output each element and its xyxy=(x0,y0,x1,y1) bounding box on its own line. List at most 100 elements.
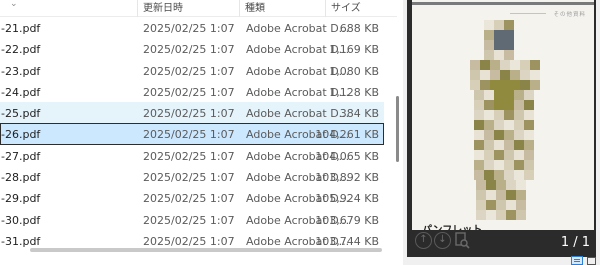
mosaic-cell xyxy=(524,120,534,130)
file-size: 103,892 KB xyxy=(315,171,379,185)
file-size: 384 KB xyxy=(339,107,379,121)
mosaic-cell xyxy=(506,210,516,220)
mosaic-cell xyxy=(514,170,524,180)
mosaic-cell xyxy=(484,30,494,40)
mosaic-cell xyxy=(494,140,504,150)
file-name: -24.pdf xyxy=(1,85,41,99)
large-icons-view-icon[interactable] xyxy=(587,257,596,265)
column-header-name[interactable]: ⌄ xyxy=(0,0,137,17)
file-date: 2025/02/25 1:07 xyxy=(143,128,235,142)
mosaic-cell xyxy=(486,190,496,200)
horizontal-scrollbar[interactable] xyxy=(30,248,382,252)
mosaic-cell xyxy=(524,160,534,170)
mosaic-cell xyxy=(494,50,504,60)
mosaic-cell xyxy=(494,120,504,130)
mosaic-cell xyxy=(530,80,540,90)
details-view-icon[interactable] xyxy=(571,256,583,265)
mosaic-cell xyxy=(494,20,504,30)
mosaic-cell xyxy=(490,60,500,70)
mosaic-cell xyxy=(476,180,486,190)
mosaic-cell xyxy=(494,160,504,170)
mosaic-cell xyxy=(504,100,514,110)
mosaic-cell xyxy=(474,150,484,160)
file-row[interactable]: -27.pdf 2025/02/25 1:07 Adobe Acrobat D.… xyxy=(0,145,384,166)
file-name: -27.pdf xyxy=(1,149,41,163)
mosaic-cell xyxy=(490,70,500,80)
mosaic-cell xyxy=(480,80,490,90)
mosaic-cell xyxy=(504,130,514,140)
file-name: -25.pdf xyxy=(1,107,41,121)
mosaic-cell xyxy=(504,50,514,60)
sort-chevron-icon: ⌄ xyxy=(10,0,18,9)
mosaic-cell xyxy=(474,160,484,170)
mosaic-cell xyxy=(520,60,530,70)
mosaic-cell xyxy=(500,70,510,80)
mosaic-cell xyxy=(474,100,484,110)
arrow-up-icon[interactable]: ↑ xyxy=(415,232,432,249)
arrow-down-icon[interactable]: ↓ xyxy=(434,232,451,249)
mosaic-cell xyxy=(484,150,494,160)
file-row[interactable]: -22.pdf 2025/02/25 1:07 Adobe Acrobat D.… xyxy=(0,38,384,59)
column-header-size[interactable]: サイズ xyxy=(325,0,385,17)
mosaic-cell xyxy=(474,120,484,130)
mosaic-cell xyxy=(506,190,516,200)
file-date: 2025/02/25 1:07 xyxy=(143,171,235,185)
column-header-bar: ⌄ 更新日時 種類 サイズ xyxy=(0,0,397,17)
mosaic-cell xyxy=(504,40,514,50)
mosaic-cell xyxy=(484,20,494,30)
file-row[interactable]: -28.pdf 2025/02/25 1:07 Adobe Acrobat D.… xyxy=(0,166,384,187)
vertical-scrollbar-thumb[interactable] xyxy=(396,96,399,162)
mosaic-cell xyxy=(496,180,506,190)
mosaic-cell xyxy=(524,150,534,160)
mosaic-cell xyxy=(494,170,504,180)
mosaic-cell xyxy=(496,190,506,200)
file-row[interactable]: -21.pdf 2025/02/25 1:07 Adobe Acrobat D.… xyxy=(0,17,384,38)
pdf-preview[interactable]: その他資料 パンフレット ↑ ↓ 1 / 1 xyxy=(407,0,596,257)
page-search-icon[interactable] xyxy=(454,232,471,249)
mosaic-cell xyxy=(484,120,494,130)
file-list: ⌄ 更新日時 種類 サイズ -21.pdf 2025/02/25 1:07 Ad… xyxy=(0,0,397,265)
mosaic-cell xyxy=(504,140,514,150)
file-row[interactable]: -26.pdf 2025/02/25 1:07 Adobe Acrobat D.… xyxy=(0,123,384,145)
mosaic-cell xyxy=(504,150,514,160)
mosaic-cell xyxy=(494,150,504,160)
mosaic-cell xyxy=(520,80,530,90)
mosaic-cell xyxy=(504,20,514,30)
file-row[interactable]: -30.pdf 2025/02/25 1:07 Adobe Acrobat D.… xyxy=(0,209,384,230)
mosaic-cell xyxy=(484,160,494,170)
mosaic-cell xyxy=(494,130,504,140)
mosaic-cell xyxy=(480,70,490,80)
file-size: 688 KB xyxy=(339,22,379,35)
column-header-type[interactable]: 種類 xyxy=(239,0,325,17)
file-name: -30.pdf xyxy=(1,213,41,227)
file-row[interactable]: -25.pdf 2025/02/25 1:07 Adobe Acrobat D.… xyxy=(0,102,384,124)
vertical-scrollbar[interactable] xyxy=(395,0,400,265)
mosaic-cell xyxy=(504,120,514,130)
mosaic-cell xyxy=(504,90,514,100)
mosaic-cell xyxy=(514,140,524,150)
file-name: -21.pdf xyxy=(1,22,41,35)
mosaic-cell xyxy=(524,130,534,140)
file-name: -28.pdf xyxy=(1,171,41,185)
mosaic-cell xyxy=(516,200,526,210)
mosaic-cell xyxy=(484,110,494,120)
mosaic-cell xyxy=(474,90,484,100)
mosaic-cell xyxy=(470,60,480,70)
mosaic-cell xyxy=(514,100,524,110)
mosaic-cell xyxy=(500,60,510,70)
mosaic-cell xyxy=(484,170,494,180)
mosaic-cell xyxy=(470,80,480,90)
file-name: -29.pdf xyxy=(1,192,41,206)
preview-pane: その他資料 パンフレット ↑ ↓ 1 / 1 xyxy=(403,0,600,265)
file-date: 2025/02/25 1:07 xyxy=(143,107,235,121)
column-header-date[interactable]: 更新日時 xyxy=(137,0,239,17)
file-row[interactable]: -23.pdf 2025/02/25 1:07 Adobe Acrobat D.… xyxy=(0,60,384,81)
mosaic-cell xyxy=(530,70,540,80)
file-row[interactable]: -24.pdf 2025/02/25 1:07 Adobe Acrobat D.… xyxy=(0,81,384,102)
file-date: 2025/02/25 1:07 xyxy=(143,213,235,227)
mosaic-cell xyxy=(510,70,520,80)
file-row[interactable]: -29.pdf 2025/02/25 1:07 Adobe Acrobat D.… xyxy=(0,187,384,208)
mosaic-cell xyxy=(486,200,496,210)
file-size: 1,128 KB xyxy=(329,85,379,99)
mosaic-cell xyxy=(484,100,494,110)
